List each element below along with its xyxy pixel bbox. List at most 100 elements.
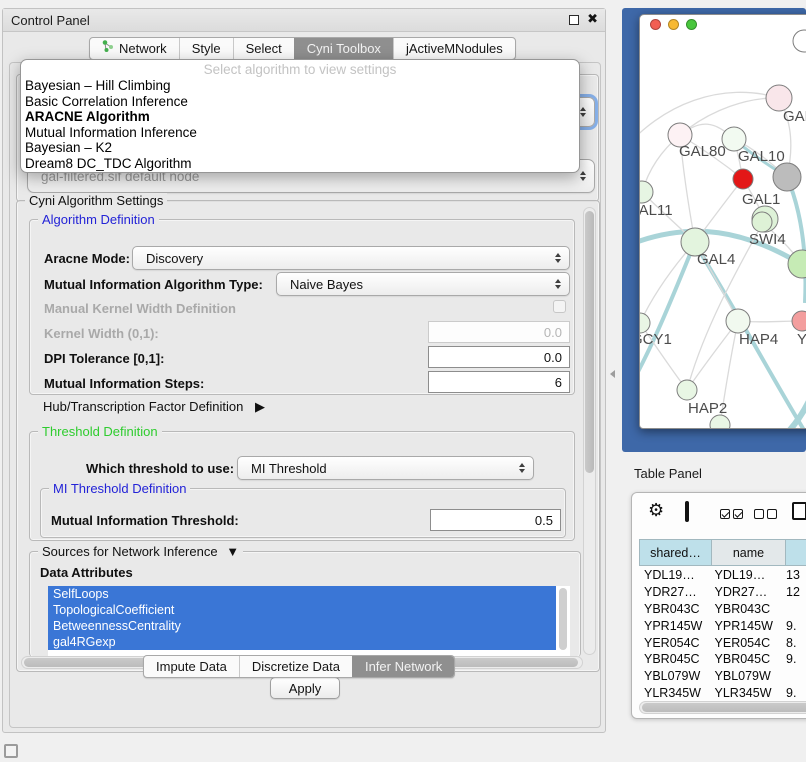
data-attributes-list[interactable]: SelfLoopsTopologicalCoefficientBetweenne… <box>48 586 570 656</box>
algorithm-option[interactable]: Bayesian – K2 <box>21 140 579 156</box>
algorithm-option[interactable]: Basic Correlation Inference <box>21 94 579 110</box>
tab-label: Impute Data <box>156 656 227 678</box>
sources-group: Sources for Network Inference ▼ Data Att… <box>29 551 581 657</box>
dpi-tolerance-value: 0.0 <box>544 350 562 365</box>
collapse-down-icon[interactable]: ▼ <box>226 544 239 559</box>
tab-network[interactable]: Network <box>90 38 179 59</box>
table-cell: 9. <box>781 686 806 700</box>
algorithm-option[interactable]: ARACNE Algorithm <box>21 109 579 125</box>
column-header[interactable] <box>786 539 806 566</box>
table-row[interactable]: YBR043CYBR043C <box>639 601 806 618</box>
select-all-checkboxes-icon[interactable] <box>720 506 746 524</box>
tab-discretize-data[interactable]: Discretize Data <box>239 656 352 677</box>
network-node[interactable] <box>793 30 806 52</box>
network-window: GALGAL80GAL10GAL1GAL11SWI4GAL4GCY1HAP4YH… <box>639 14 806 429</box>
table-row[interactable]: YBL079WYBL079W <box>639 668 806 685</box>
table-row[interactable]: YPR145WYPR145W9. <box>639 617 806 634</box>
screen: Control Panel ✖ Network Style SelectCyni T… <box>0 0 806 762</box>
network-node[interactable] <box>788 250 806 278</box>
network-node[interactable] <box>773 163 801 191</box>
gear-icon[interactable]: ⚙ <box>648 502 664 520</box>
splitter-collapse-icon[interactable] <box>610 370 615 378</box>
algorithm-definition-group: Algorithm Definition Aracne Mode: Discov… <box>29 219 575 395</box>
mi-steps-field[interactable]: 6 <box>428 371 570 393</box>
table-cell: YLR345W <box>710 686 781 700</box>
table-cell: YBR043C <box>710 602 781 616</box>
algorithm-option[interactable]: Bayesian – Hill Climbing <box>21 78 579 94</box>
network-node-label: HAP4 <box>739 331 778 348</box>
new-table-icon[interactable] <box>792 502 806 520</box>
network-canvas[interactable]: GALGAL80GAL10GAL1GAL11SWI4GAL4GCY1HAP4YH… <box>640 15 806 429</box>
table-row[interactable]: YDR27…YDR27…12 <box>639 584 806 601</box>
network-node[interactable] <box>677 380 697 400</box>
network-node[interactable] <box>640 313 650 333</box>
threshold-definition-group: Threshold Definition Which threshold to … <box>29 431 575 541</box>
mi-threshold-title: MI Threshold Definition <box>49 481 190 496</box>
scrollbar-thumb[interactable] <box>642 703 806 712</box>
expand-right-icon[interactable]: ▶ <box>255 399 265 415</box>
combo-stepper-icon <box>519 463 525 473</box>
tab-cyni-toolbox[interactable]: Cyni Toolbox <box>294 38 393 59</box>
table-horizontal-scrollbar[interactable] <box>639 701 806 714</box>
scrollbar-thumb[interactable] <box>585 211 594 473</box>
kernel-width-label: Kernel Width (0,1): <box>44 326 159 341</box>
manual-kernel-checkbox[interactable] <box>553 300 566 313</box>
table-row[interactable]: YER054CYER054C8. <box>639 634 806 651</box>
mi-type-combo[interactable]: Naive Bayes <box>276 272 570 296</box>
network-node[interactable] <box>733 169 753 189</box>
table-cell: YDR27… <box>710 585 781 599</box>
tab-style[interactable]: Style <box>179 38 233 59</box>
deselect-all-checkboxes-icon[interactable] <box>754 506 780 524</box>
tab-infer-network[interactable]: Infer Network <box>352 656 454 677</box>
minimize-window-icon[interactable] <box>668 19 679 30</box>
close-window-icon[interactable] <box>650 19 661 30</box>
tab-jactivemnodules[interactable]: jActiveMNodules <box>393 38 515 59</box>
hub-definition-label[interactable]: Hub/Transcription Factor Definition ▶ <box>43 399 265 415</box>
mi-threshold-field[interactable]: 0.5 <box>430 509 561 531</box>
mi-type-label: Mutual Information Algorithm Type: <box>44 277 263 292</box>
tab-label: Style <box>192 38 221 60</box>
list-scrollbar-thumb[interactable] <box>559 588 567 650</box>
settings-vertical-scrollbar[interactable] <box>583 207 596 655</box>
attribute-item[interactable]: SelfLoops <box>48 586 556 602</box>
split-columns-icon[interactable] <box>685 501 689 522</box>
dpi-tolerance-field[interactable]: 0.0 <box>428 346 570 368</box>
table-row[interactable]: YLR345WYLR345W9. <box>639 685 806 702</box>
float-panel-icon[interactable] <box>569 15 579 25</box>
zoom-window-icon[interactable] <box>686 19 697 30</box>
algorithm-option[interactable]: Dream8 DC_TDC Algorithm <box>21 156 579 172</box>
attribute-item[interactable]: gal4RGexp <box>48 634 556 650</box>
network-node[interactable] <box>726 309 750 333</box>
column-header[interactable]: shared… <box>639 539 712 566</box>
network-node[interactable] <box>640 181 653 203</box>
table-row[interactable]: YDL19…YDL19…13 <box>639 567 806 584</box>
mi-steps-label: Mutual Information Steps: <box>44 376 204 391</box>
network-node-label: GAL1 <box>742 191 780 208</box>
algorithm-option[interactable]: Mutual Information Inference <box>21 125 579 141</box>
control-panel-tabbar: Network Style SelectCyni ToolboxjActiveMNo… <box>89 37 516 60</box>
apply-button[interactable]: Apply <box>270 677 340 699</box>
network-node[interactable] <box>710 415 730 429</box>
tab-impute-data[interactable]: Impute Data <box>144 656 239 677</box>
network-node[interactable] <box>752 212 772 232</box>
attribute-item[interactable]: TopologicalCoefficient <box>48 602 556 618</box>
dropdown-placeholder: Select algorithm to view settings <box>21 62 579 78</box>
network-icon <box>102 38 114 60</box>
table-cell: YBL079W <box>639 669 710 683</box>
which-threshold-combo[interactable]: MI Threshold <box>237 456 534 480</box>
network-node[interactable] <box>792 311 806 331</box>
kernel-width-field[interactable]: 0.0 <box>428 321 570 343</box>
mi-steps-value: 6 <box>555 375 562 390</box>
table-cell: YPR145W <box>639 619 710 633</box>
tab-label: Discretize Data <box>252 656 340 678</box>
network-node-label: GAL4 <box>697 251 735 268</box>
attribute-item[interactable]: BetweennessCentrality <box>48 618 556 634</box>
control-panel-titlebar: Control Panel ✖ <box>3 9 605 32</box>
close-panel-icon[interactable]: ✖ <box>587 12 598 27</box>
aracne-mode-combo[interactable]: Discovery <box>132 246 570 270</box>
minimized-panel-icon[interactable] <box>4 744 18 758</box>
column-header[interactable]: name <box>712 539 786 566</box>
table-cell: 12 <box>781 585 806 599</box>
table-row[interactable]: YBR045CYBR045C9. <box>639 651 806 668</box>
tab-select[interactable]: Select <box>233 38 294 59</box>
